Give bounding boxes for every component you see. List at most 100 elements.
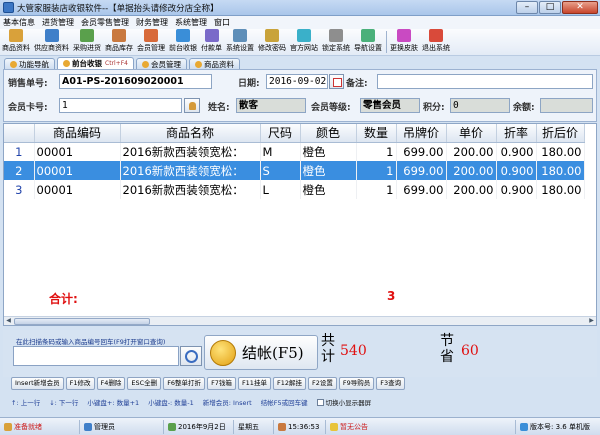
clock-icon — [278, 422, 286, 431]
barcode-input[interactable] — [13, 346, 179, 366]
menu-system[interactable]: 系统管理 — [175, 17, 207, 28]
column-header[interactable] — [4, 124, 35, 143]
hint-up: ↑: 上一行 — [11, 399, 41, 407]
toolbar-button-9[interactable]: 修改密码 — [258, 29, 286, 55]
remark-label: 备注: — [346, 79, 368, 89]
toolbar-button-5[interactable]: 会员管理 — [137, 29, 165, 55]
function-key-button-8[interactable]: F12解挂 — [272, 377, 306, 390]
column-header[interactable]: 尺码 — [260, 124, 301, 143]
toolbar-button-6[interactable]: 前台收银 — [169, 29, 197, 55]
table-cell: 2016新款西装领宽松： — [120, 161, 261, 180]
column-header[interactable]: 折率 — [496, 124, 537, 143]
table-cell: 0.900 — [496, 161, 537, 180]
minimize-button[interactable]: – — [516, 1, 538, 14]
hint-qty-plus: 小键盘+: 数量+1 — [87, 399, 140, 407]
menu-bar: 基本信息 进货管理 会员零售管理 财务管理 系统管理 窗口 — [0, 16, 600, 29]
sum-value: 540 — [340, 343, 367, 359]
menu-finance[interactable]: 财务管理 — [136, 17, 168, 28]
toolbar-button-14[interactable]: 退出系统 — [422, 29, 450, 55]
tab-member-management[interactable]: 会员管理 — [135, 58, 187, 69]
table-cell: 200.00 — [446, 161, 497, 180]
function-key-button-7[interactable]: F11挂单 — [237, 377, 271, 390]
table-row[interactable]: 3 00001 2016新款西装领宽松： L 橙色 1 699.00 200.00 0.900 1… — [4, 180, 585, 199]
toolbar-button-3[interactable]: 采购进货 — [73, 29, 101, 55]
tab-close-hint[interactable]: Ctrl+F4 — [105, 60, 128, 67]
hint-new-member: 新增会员: Insert — [202, 399, 252, 407]
column-header[interactable]: 商品名称 — [120, 124, 261, 143]
window-title: 大管家服装店收银软件--【单据抬头请修改分店全称】 — [17, 3, 219, 14]
function-key-bar: Insert新增会员 F1修改 F4删除 ESC全删 F6整单打折 F7钱箱 F11挂单 F1… — [11, 377, 591, 391]
product-icon — [9, 29, 23, 42]
toolbar-button-11[interactable]: 锁定系统 — [322, 29, 350, 55]
maximize-button[interactable]: □ — [539, 1, 561, 14]
column-header[interactable]: 单价 — [446, 124, 497, 143]
menu-member-retail[interactable]: 会员零售管理 — [81, 17, 129, 28]
member-lookup-icon[interactable] — [184, 98, 200, 113]
tab-product-info[interactable]: 商品资料 — [188, 58, 240, 69]
toolbar-button-8[interactable]: 系统设置 — [226, 29, 254, 55]
function-key-button-9[interactable]: F2设置 — [307, 377, 337, 390]
horizontal-scrollbar[interactable]: ◀ ▶ — [4, 316, 596, 325]
table-cell: 200.00 — [446, 180, 497, 199]
card-no-field[interactable]: 1 — [59, 98, 182, 113]
product-tab-icon — [194, 60, 202, 68]
column-header[interactable]: 颜色 — [300, 124, 357, 143]
calendar-small-icon — [168, 422, 176, 431]
remark-field[interactable] — [377, 74, 593, 89]
column-header[interactable]: 折后价 — [536, 124, 585, 143]
function-key-button-10[interactable]: F9导购员 — [338, 377, 375, 390]
date-field[interactable]: 2016-09-02 — [266, 74, 328, 89]
column-header[interactable]: 商品编码 — [34, 124, 121, 143]
toolbar-button-10[interactable]: 官方网站 — [290, 29, 318, 55]
scrollbar-thumb[interactable] — [14, 318, 150, 325]
small-screen-checkbox[interactable]: 切换小显示器屏 — [316, 397, 371, 407]
toolbar-button-2[interactable]: 供应商资料 — [34, 29, 69, 55]
tab-label: 前台收银 — [72, 59, 102, 68]
scroll-right-icon[interactable]: ▶ — [587, 317, 596, 325]
table-cell: 00001 — [34, 180, 121, 199]
menu-basic-info[interactable]: 基本信息 — [3, 17, 35, 28]
table-cell: 0.900 — [496, 142, 537, 161]
toolbar-button-4[interactable]: 商品库存 — [105, 29, 133, 55]
menu-window[interactable]: 窗口 — [214, 17, 230, 28]
close-button[interactable]: ✕ — [562, 1, 598, 14]
toolbar-button-7[interactable]: 付款单 — [201, 29, 222, 55]
table-row[interactable]: 2 00001 2016新款西装领宽松： S 橙色 1 699.00 200.00 0.900 1… — [4, 161, 585, 180]
function-key-button-5[interactable]: F6整单打折 — [163, 377, 206, 390]
function-key-button-11[interactable]: F3查询 — [376, 377, 406, 390]
home-icon — [10, 60, 17, 68]
function-key-button-4[interactable]: ESC全删 — [127, 377, 162, 390]
window-controls: – □ ✕ — [516, 1, 598, 14]
total-label: 合计: — [49, 292, 78, 306]
toolbar-button-13[interactable]: 更换皮肤 — [390, 29, 418, 55]
search-icon[interactable] — [180, 346, 202, 366]
toolbar-button-12[interactable]: 导航设置 — [354, 29, 382, 55]
card-no-label: 会员卡号: — [8, 103, 48, 113]
function-key-button-3[interactable]: F4删除 — [96, 377, 126, 390]
function-key-button-2[interactable]: F1修改 — [65, 377, 95, 390]
table-cell: L — [260, 180, 301, 199]
checkout-button[interactable]: 结帐(F5) — [204, 335, 318, 370]
checkbox-box[interactable] — [316, 398, 324, 406]
tab-label: 会员管理 — [150, 59, 181, 69]
order-no-field[interactable]: A01-PS-201609020001 — [59, 74, 212, 89]
column-header[interactable]: 吊牌价 — [396, 124, 447, 143]
table-row[interactable]: 1 00001 2016新款西装领宽松： M 橙色 1 699.00 200.00 0.900 1… — [4, 142, 585, 161]
toolbar-button-1[interactable]: 商品资料 — [2, 29, 30, 55]
hint-down: ↓: 下一行 — [49, 399, 79, 407]
toolbar-button-label: 导航设置 — [354, 44, 382, 52]
function-key-button-1[interactable]: Insert新增会员 — [11, 377, 64, 390]
level-label: 会员等级: — [311, 103, 351, 113]
table-cell: 2 — [4, 161, 35, 180]
menu-purchase[interactable]: 进货管理 — [42, 17, 74, 28]
toolbar-button-label: 更换皮肤 — [390, 44, 418, 52]
function-key-button-6[interactable]: F7钱箱 — [207, 377, 236, 390]
column-header[interactable]: 数量 — [356, 124, 397, 143]
scroll-left-icon[interactable]: ◀ — [4, 317, 13, 325]
calendar-icon[interactable] — [329, 74, 344, 89]
tab-function-nav[interactable]: 功能导航 — [4, 58, 55, 69]
cashier-tab-icon — [63, 60, 70, 67]
tab-cashier[interactable]: 前台收银 Ctrl+F4 — [57, 57, 134, 69]
table-cell: S — [260, 161, 301, 180]
table-cell: 1 — [356, 142, 397, 161]
